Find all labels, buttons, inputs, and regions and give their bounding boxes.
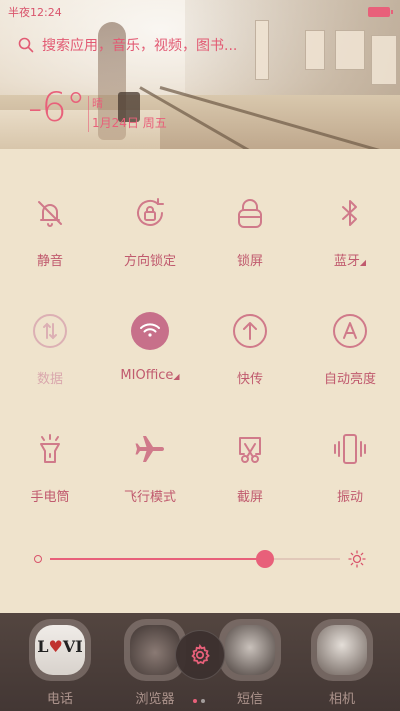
- gear-icon: [191, 644, 210, 665]
- screenshot-icon: [231, 430, 269, 468]
- more-options-icon[interactable]: ◢: [360, 258, 366, 267]
- toggle-auto-brightness[interactable]: 自动亮度: [300, 298, 400, 398]
- toggle-rotation-lock[interactable]: 方向锁定: [100, 180, 200, 280]
- page-dot-active: [193, 699, 197, 703]
- toggle-quick-transfer[interactable]: 快传: [200, 298, 300, 398]
- dock-app-camera[interactable]: 相机: [302, 619, 382, 707]
- search-bar[interactable]: 搜索应用，音乐，视频，图书...: [18, 34, 318, 56]
- toggle-screenshot[interactable]: 截屏: [200, 416, 300, 516]
- weather-date: 1月24日 周五: [92, 116, 167, 130]
- wifi-icon: [131, 312, 169, 350]
- toggle-mute[interactable]: 静音: [0, 180, 100, 280]
- search-placeholder: 搜索应用，音乐，视频，图书...: [42, 38, 238, 54]
- bell-off-icon: [31, 194, 69, 232]
- temperature[interactable]: -6°: [28, 88, 86, 128]
- weather-condition: 晴: [92, 97, 103, 110]
- settings-button[interactable]: [175, 630, 225, 680]
- more-options-icon[interactable]: ◢: [173, 372, 179, 381]
- page-dot: [201, 699, 205, 703]
- dock-app-label: 电话: [46, 692, 73, 707]
- brightness-high-icon: [348, 550, 366, 568]
- auto-brightness-icon: [331, 312, 369, 350]
- brightness-slider[interactable]: [0, 540, 400, 578]
- toggle-airplane-mode[interactable]: 飞行模式: [100, 416, 200, 516]
- toggle-mobile-data[interactable]: 数据: [0, 298, 100, 398]
- toggle-label: 快传: [236, 372, 263, 387]
- weather-divider: [88, 96, 89, 132]
- toggle-label: 静音: [36, 254, 63, 269]
- toggle-bluetooth[interactable]: 蓝牙◢: [300, 180, 400, 280]
- rotation-lock-icon: [131, 194, 169, 232]
- toggle-wifi[interactable]: MIOffice◢: [100, 298, 200, 398]
- camera-app-icon: [311, 619, 373, 681]
- toggle-label: 方向锁定: [123, 254, 176, 269]
- toggle-label: 截屏: [236, 490, 263, 505]
- love-logo: L♥VI: [37, 637, 83, 656]
- brightness-track[interactable]: [50, 558, 340, 560]
- dock-app-label: 短信: [236, 692, 263, 707]
- dock-app-label: 相机: [328, 692, 355, 707]
- page-indicator: [193, 688, 213, 703]
- header-wallpaper: 半夜12:24 搜索应用，音乐，视频，图书... -6° 晴 1月24日 周五: [0, 0, 400, 149]
- toggle-vibrate[interactable]: 振动: [300, 416, 400, 516]
- brightness-fill: [50, 558, 265, 560]
- toggle-label: MIOffice◢: [100, 368, 200, 383]
- toggle-label: 蓝牙◢: [300, 250, 400, 269]
- toggle-label-text: 蓝牙: [333, 254, 360, 269]
- status-time: 半夜12:24: [8, 6, 62, 19]
- dock-app-label: 浏览器: [135, 692, 175, 707]
- search-icon: [18, 37, 34, 53]
- toggle-label: 锁屏: [236, 254, 263, 269]
- battery-icon: [368, 7, 393, 17]
- airplane-icon: [131, 430, 169, 468]
- phone-app-icon: L♥VI: [29, 619, 91, 681]
- vibrate-icon: [331, 430, 369, 468]
- toggle-flashlight[interactable]: 手电筒: [0, 416, 100, 516]
- toggle-label-text: MIOffice: [120, 368, 174, 383]
- flashlight-icon: [31, 430, 69, 468]
- messages-app-icon: [219, 619, 281, 681]
- brightness-low-icon: [34, 555, 42, 563]
- quick-transfer-icon: [231, 312, 269, 350]
- toggle-label: 振动: [336, 490, 363, 505]
- toggle-label: 手电筒: [30, 490, 70, 505]
- bluetooth-icon: [331, 194, 369, 232]
- dock-app-phone[interactable]: L♥VI 电话: [20, 619, 100, 707]
- lock-icon: [231, 194, 269, 232]
- brightness-thumb[interactable]: [255, 550, 274, 568]
- toggle-label: 数据: [36, 372, 63, 387]
- mobile-data-icon: [31, 312, 69, 350]
- toggle-label: 自动亮度: [323, 372, 376, 387]
- toggle-label: 飞行模式: [123, 490, 176, 505]
- status-bar: 半夜12:24: [0, 0, 400, 22]
- toggle-lock-screen[interactable]: 锁屏: [200, 180, 300, 280]
